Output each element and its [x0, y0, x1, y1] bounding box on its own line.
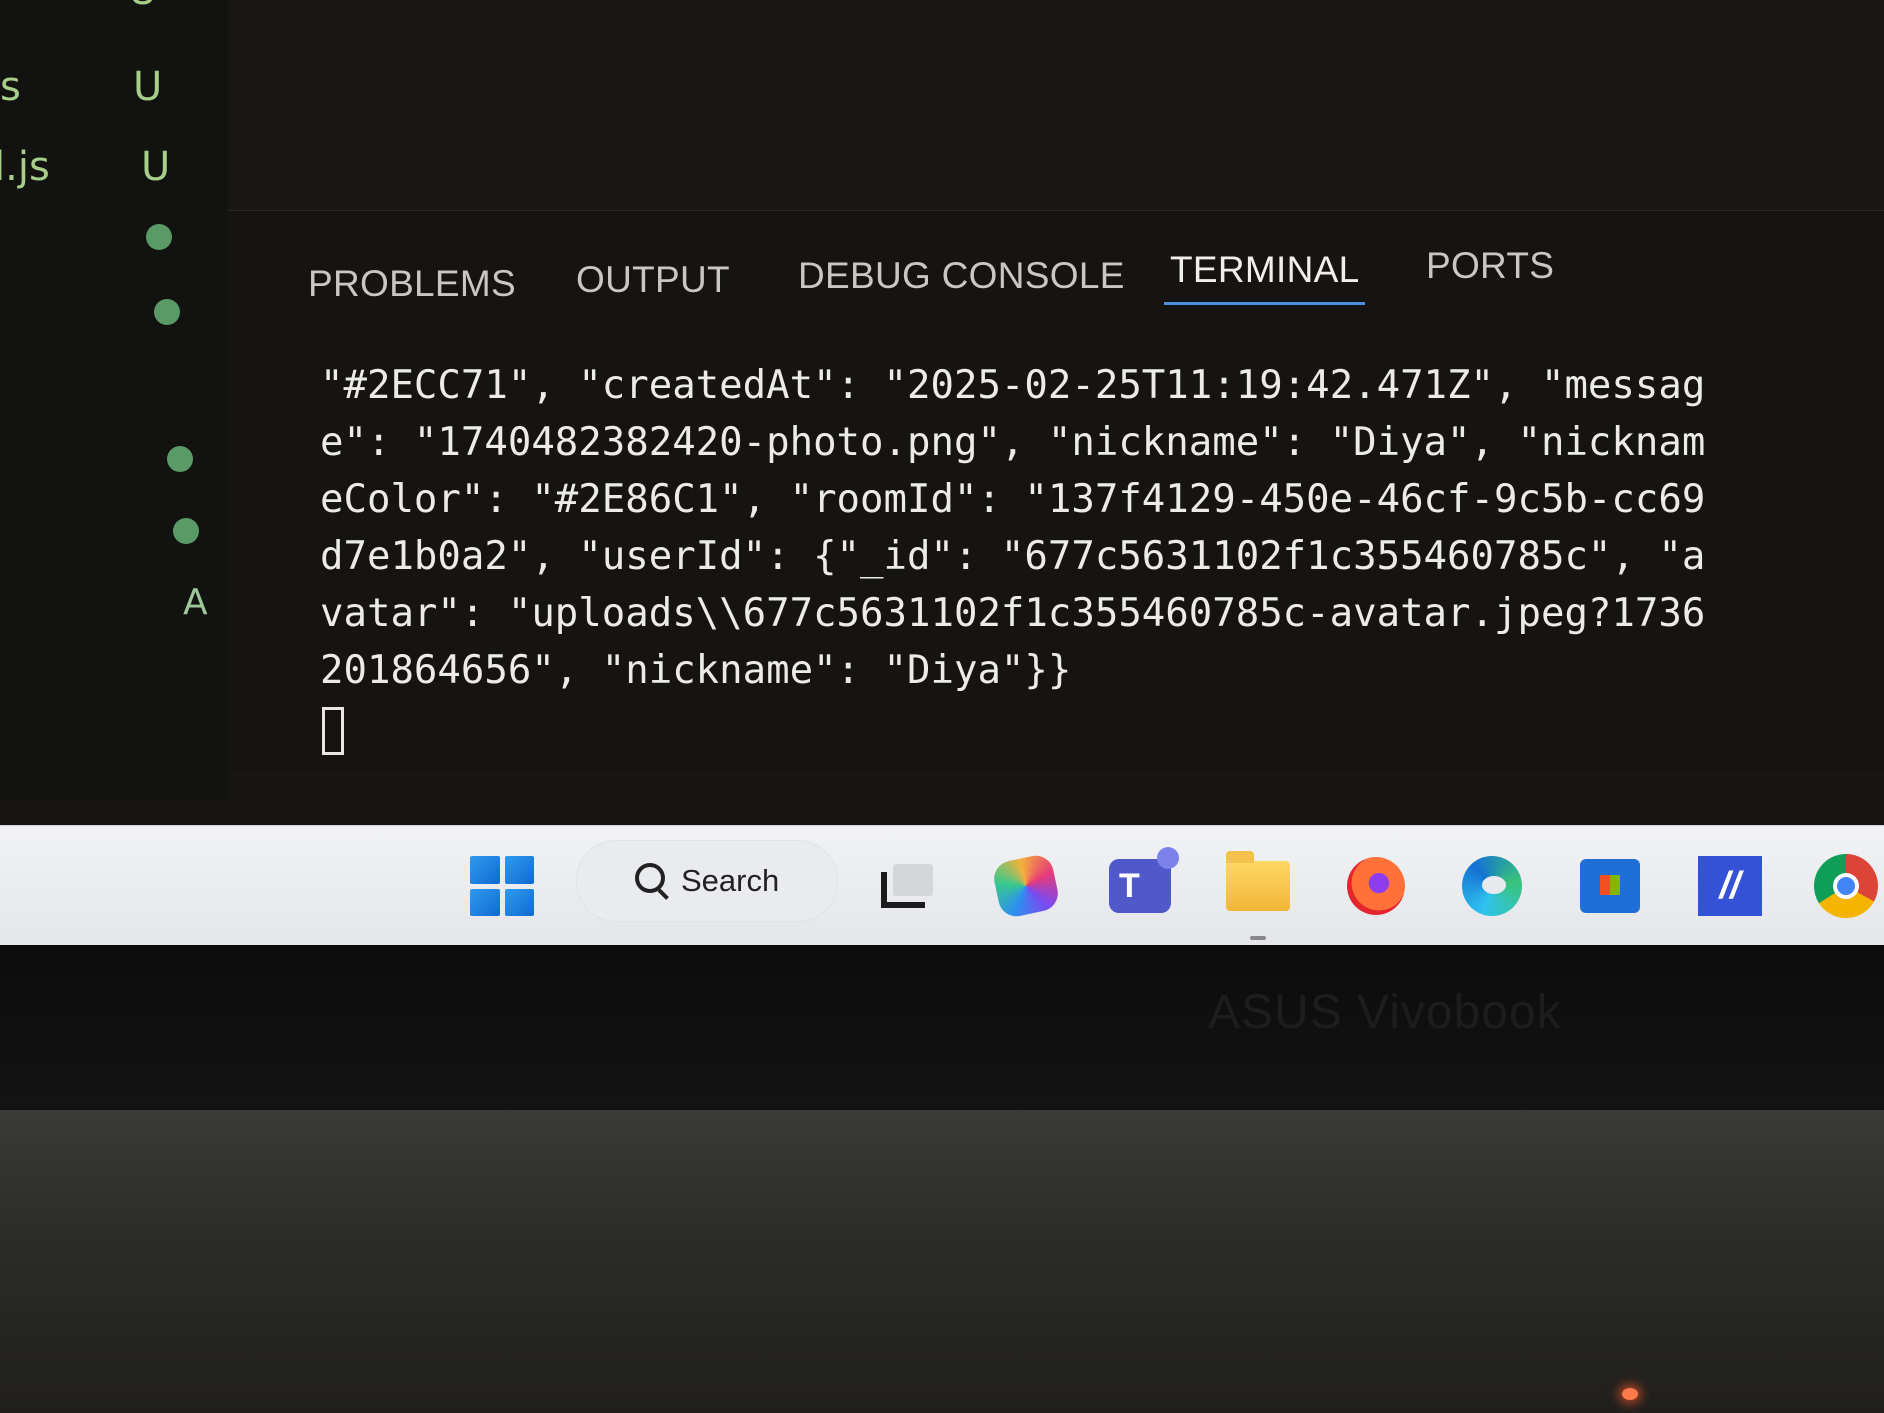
teams-button[interactable]: T	[1104, 846, 1179, 926]
laptop-screen: U s U l.js U A PROBLEMS OUTPUT DEBUG CON…	[0, 0, 1884, 945]
edge-icon	[1462, 856, 1522, 916]
panel-tabs: PROBLEMS OUTPUT DEBUG CONSOLE TERMINAL P…	[308, 233, 1708, 305]
file-explorer-button[interactable]	[1222, 846, 1294, 940]
git-status-badge: U	[133, 64, 163, 110]
chrome-icon	[1814, 854, 1878, 918]
terminal-line: vatar": "uploads\\677c5631102f1c35546078…	[320, 591, 1706, 636]
file-row[interactable]: s U	[0, 56, 228, 116]
windows-taskbar: Search T //	[0, 825, 1884, 945]
task-view-icon	[881, 864, 933, 908]
terminal-line: d7e1b0a2", "userId": {"_id": "677c563110…	[320, 534, 1706, 579]
git-modified-dot-icon	[154, 299, 180, 325]
firefox-button[interactable]	[1340, 846, 1412, 926]
microsoft-store-button[interactable]	[1574, 846, 1646, 926]
teams-icon: T	[1109, 847, 1179, 913]
copilot-icon	[990, 852, 1062, 920]
terminal-line: "#2ECC71", "createdAt": "2025-02-25T11:1…	[320, 363, 1706, 408]
start-button[interactable]	[466, 846, 538, 926]
git-modified-dot-icon	[173, 518, 199, 544]
terminal-line: eColor": "#2E86C1", "roomId": "137f4129-…	[320, 477, 1706, 522]
laptop-bezel: ASUS Vivobook	[0, 945, 1884, 1125]
git-modified-dot-icon	[146, 224, 172, 250]
task-view-button[interactable]	[870, 846, 942, 926]
file-explorer-icon	[1226, 851, 1290, 911]
copilot-button[interactable]	[990, 846, 1062, 926]
file-row[interactable]: U	[0, 0, 228, 20]
terminal-line: e": "1740482382420-photo.png", "nickname…	[320, 420, 1706, 465]
taskbar-search[interactable]: Search	[576, 840, 838, 922]
git-modified-dot-icon	[167, 446, 193, 472]
vscode-button[interactable]: //	[1694, 846, 1766, 926]
git-status-badge: U	[128, 0, 157, 14]
firefox-icon	[1347, 857, 1405, 915]
git-status-badge: U	[141, 144, 171, 190]
chrome-button[interactable]	[1810, 846, 1882, 926]
tab-problems[interactable]: PROBLEMS	[308, 253, 516, 315]
file-row[interactable]: l.js U	[0, 136, 228, 196]
terminal-cursor	[322, 707, 344, 755]
file-name: l.js	[0, 144, 50, 190]
bottom-panel: PROBLEMS OUTPUT DEBUG CONSOLE TERMINAL P…	[228, 210, 1884, 771]
file-explorer-sidebar: U s U l.js U A	[0, 0, 228, 800]
tab-output[interactable]: OUTPUT	[576, 249, 730, 311]
tab-debug-console[interactable]: DEBUG CONSOLE	[798, 245, 1125, 307]
running-indicator	[1250, 936, 1266, 940]
editor-area[interactable]	[228, 0, 1884, 210]
brand-logo: ASUS Vivobook	[1208, 986, 1562, 1039]
start-icon	[470, 856, 534, 916]
tab-ports[interactable]: PORTS	[1426, 235, 1554, 297]
search-icon	[633, 861, 673, 901]
keyboard-deck	[0, 1110, 1884, 1413]
file-name: s	[0, 64, 21, 110]
git-added-badge: A	[183, 582, 208, 623]
tab-terminal[interactable]: TERMINAL	[1163, 239, 1366, 305]
power-led	[1622, 1388, 1638, 1400]
search-label: Search	[681, 863, 780, 898]
vscode-icon: //	[1698, 856, 1762, 916]
edge-button[interactable]	[1456, 846, 1528, 926]
terminal-line: 201864656", "nickname": "Diya"}}	[320, 648, 1072, 693]
terminal-output[interactable]: "#2ECC71", "createdAt": "2025-02-25T11:1…	[320, 357, 1800, 755]
microsoft-store-icon	[1580, 859, 1640, 913]
